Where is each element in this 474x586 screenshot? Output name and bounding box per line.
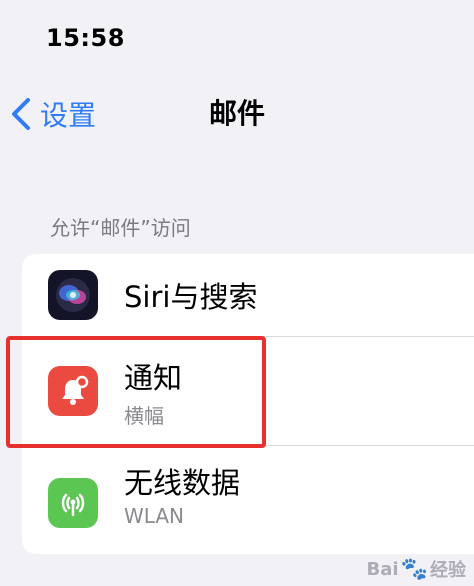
- navigation-bar: 设置 邮件: [0, 88, 474, 140]
- watermark: Bai 🐾 经验: [367, 556, 466, 582]
- row-title: 无线数据: [124, 466, 241, 500]
- highlight-box: [6, 336, 266, 448]
- paw-icon: 🐾: [400, 556, 428, 582]
- page-title: 邮件: [208, 97, 265, 130]
- row-wireless-data[interactable]: 无线数据 WLAN: [22, 446, 474, 554]
- row-subtitle: WLAN: [124, 504, 185, 528]
- row-title: Siri与搜索: [124, 280, 258, 314]
- row-siri-search[interactable]: Siri与搜索: [22, 254, 474, 336]
- antenna-signal-icon: [48, 478, 98, 528]
- section-header: 允许“邮件”访问: [50, 216, 191, 240]
- watermark-text-left: Bai: [366, 558, 399, 580]
- siri-icon: [48, 270, 98, 320]
- watermark-text-right: 经验: [430, 560, 466, 581]
- status-time: 15:58: [46, 24, 125, 52]
